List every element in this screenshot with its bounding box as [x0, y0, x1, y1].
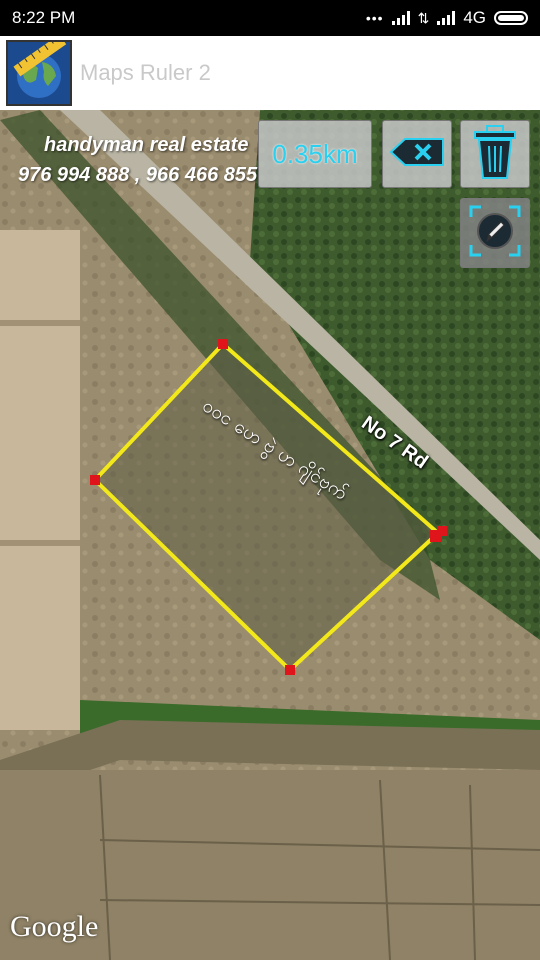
- status-icons: ••• ⇅ 4G: [366, 8, 528, 28]
- agent-name-overlay: handyman real estate: [44, 134, 249, 156]
- app-bar: Maps Ruler 2: [0, 34, 540, 110]
- edit-button[interactable]: [460, 198, 530, 268]
- vertex-marker: [285, 665, 295, 675]
- vertex-marker: [218, 339, 228, 349]
- google-attribution: Google: [10, 910, 99, 943]
- satellite-map[interactable]: [0, 110, 540, 960]
- pencil-icon: [467, 203, 523, 263]
- app-title: Maps Ruler 2: [80, 60, 211, 85]
- globe-ruler-icon[interactable]: [6, 34, 72, 106]
- vertex-marker: [90, 475, 100, 485]
- battery-icon: [494, 11, 528, 25]
- backspace-icon: [389, 137, 445, 171]
- dots-icon: •••: [365, 10, 384, 26]
- network-type: 4G: [463, 8, 486, 27]
- undo-button[interactable]: [382, 120, 452, 188]
- phone-overlay: 976 994 888 , 966 466 855: [18, 164, 258, 186]
- map-canvas[interactable]: [0, 110, 540, 960]
- vertex-marker: [437, 526, 447, 536]
- status-time: 8:22 PM: [12, 8, 76, 27]
- clear-button[interactable]: [460, 120, 530, 188]
- trash-icon: [473, 124, 517, 184]
- distance-readout: 0.35km: [258, 120, 372, 188]
- signal-icon: [391, 11, 410, 25]
- data-arrows-icon: ⇅: [417, 9, 430, 26]
- status-bar: 8:22 PM ••• ⇅ 4G: [0, 0, 540, 36]
- signal-icon-2: [437, 11, 456, 25]
